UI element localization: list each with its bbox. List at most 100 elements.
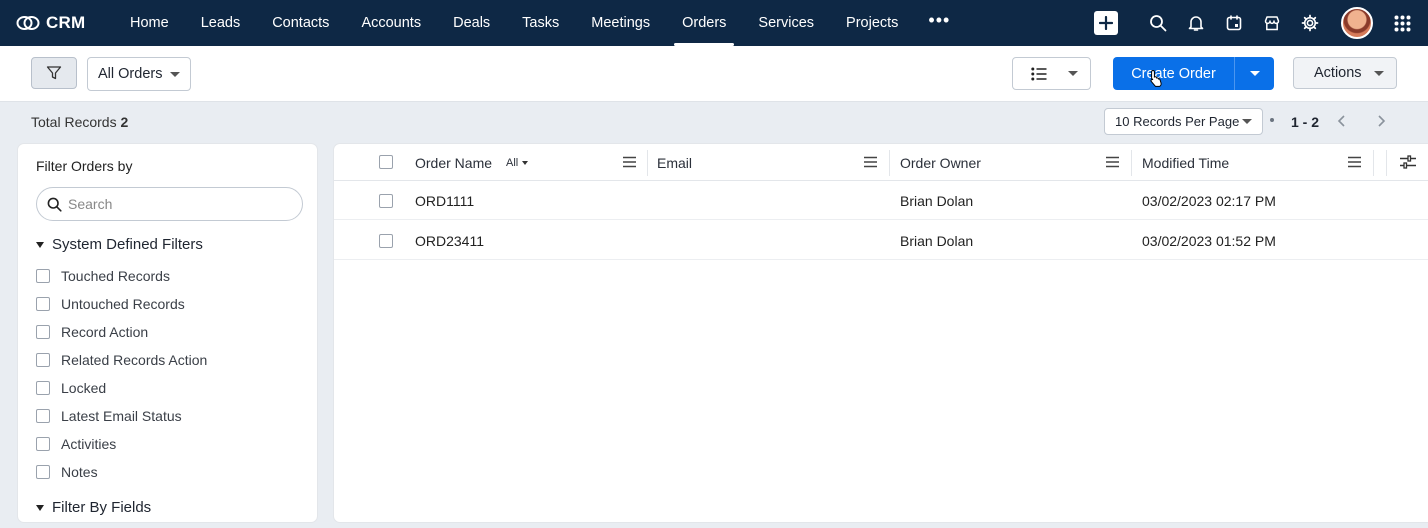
- column-divider: [1131, 150, 1132, 176]
- total-records: Total Records 2: [31, 114, 128, 130]
- checkbox[interactable]: [36, 381, 50, 395]
- row-checkbox[interactable]: [379, 194, 393, 208]
- column-label: Order Name: [415, 154, 493, 171]
- filter-related-records-action[interactable]: Related Records Action: [36, 346, 207, 374]
- marketplace-icon[interactable]: [1263, 14, 1281, 32]
- filter-record-action[interactable]: Record Action: [36, 318, 207, 346]
- column-header-email[interactable]: Email: [657, 144, 692, 181]
- cell-order-owner: Brian Dolan: [900, 192, 974, 209]
- checkbox[interactable]: [36, 353, 50, 367]
- row-checkbox[interactable]: [379, 234, 393, 248]
- nav-tab-meetings[interactable]: Meetings: [575, 0, 666, 46]
- caret-down-icon: [36, 504, 44, 511]
- table-row[interactable]: ORD1111 Brian Dolan 03/02/2023 02:17 PM: [334, 181, 1428, 220]
- nav-tab-services[interactable]: Services: [742, 0, 830, 46]
- checkbox[interactable]: [36, 409, 50, 423]
- filter-untouched-records[interactable]: Untouched Records: [36, 290, 207, 318]
- checkbox[interactable]: [36, 297, 50, 311]
- nav-tab-deals[interactable]: Deals: [437, 0, 506, 46]
- chevron-down-icon: [170, 71, 180, 77]
- crm-logo-icon: [16, 16, 40, 30]
- filter-sidebar: Filter Orders by System Defined Filters …: [17, 143, 318, 523]
- column-menu-icon[interactable]: [1106, 156, 1119, 168]
- next-page-button[interactable]: [1372, 112, 1390, 130]
- filter-touched-records[interactable]: Touched Records: [36, 262, 207, 290]
- nav-tab-projects[interactable]: Projects: [830, 0, 914, 46]
- filter-locked[interactable]: Locked: [36, 374, 207, 402]
- brand-name: CRM: [46, 13, 86, 32]
- table-header: Order Name All Email Order Owner Modifie…: [334, 144, 1428, 181]
- cell-modified-time: 03/02/2023 01:52 PM: [1142, 232, 1276, 249]
- list-toolbar: All Orders Create Order Actions: [0, 46, 1428, 102]
- checkbox[interactable]: [36, 465, 50, 479]
- top-navigation: CRM Home Leads Contacts Accounts Deals T…: [0, 0, 1428, 46]
- quick-create-button[interactable]: [1094, 11, 1118, 35]
- filter-activities[interactable]: Activities: [36, 430, 207, 458]
- column-label: Email: [657, 154, 693, 171]
- filter-latest-email-status[interactable]: Latest Email Status: [36, 402, 207, 430]
- filter-toggle-button[interactable]: [31, 57, 77, 89]
- column-header-order-name[interactable]: Order Name All: [415, 144, 529, 181]
- chevron-right-icon: [1378, 115, 1386, 127]
- chevron-down-icon: [1068, 71, 1078, 76]
- brand-logo[interactable]: CRM: [16, 13, 100, 33]
- create-options-dropdown[interactable]: [1234, 57, 1274, 90]
- user-avatar[interactable]: [1341, 7, 1373, 39]
- view-mode-dropdown[interactable]: [1012, 57, 1091, 90]
- system-filters-heading: System Defined Filters: [52, 236, 203, 253]
- search-icon: [47, 197, 62, 212]
- filter-search: [36, 187, 303, 221]
- order-name-filter-dropdown[interactable]: All: [506, 157, 529, 169]
- app-grid-icon[interactable]: [1394, 15, 1411, 32]
- filter-label: Related Records Action: [61, 352, 208, 368]
- custom-view-dropdown[interactable]: All Orders: [87, 57, 191, 91]
- chevron-down-icon: [1374, 70, 1384, 76]
- column-header-modified-time[interactable]: Modified Time: [1142, 144, 1229, 181]
- cell-order-name[interactable]: ORD23411: [415, 221, 484, 260]
- nav-tab-home[interactable]: Home: [114, 0, 185, 46]
- nav-tab-leads[interactable]: Leads: [185, 0, 257, 46]
- filter-label: Activities: [61, 436, 117, 452]
- cell-modified-time: 03/02/2023 02:17 PM: [1142, 192, 1276, 209]
- bell-icon[interactable]: [1187, 14, 1205, 32]
- create-order-button[interactable]: Create Order: [1113, 57, 1234, 90]
- filter-search-input[interactable]: [68, 196, 268, 212]
- more-tabs-icon[interactable]: •••: [914, 0, 964, 46]
- chevron-down-icon: [1242, 119, 1252, 124]
- cell-order-name[interactable]: ORD1111: [415, 181, 474, 220]
- nav-tab-orders[interactable]: Orders: [666, 0, 742, 46]
- nav-tab-contacts[interactable]: Contacts: [256, 0, 345, 46]
- column-settings-icon[interactable]: [1399, 154, 1417, 170]
- column-header-order-owner[interactable]: Order Owner: [900, 144, 981, 181]
- filter-notes[interactable]: Notes: [36, 458, 207, 486]
- records-per-page-dropdown[interactable]: 10 Records Per Page: [1104, 108, 1263, 135]
- calendar-icon[interactable]: [1225, 14, 1243, 32]
- column-menu-icon[interactable]: [623, 156, 636, 168]
- column-menu-icon[interactable]: [864, 156, 877, 168]
- actions-dropdown[interactable]: Actions: [1293, 57, 1397, 89]
- checkbox[interactable]: [36, 437, 50, 451]
- system-filter-list: Touched Records Untouched Records Record…: [36, 262, 207, 486]
- previous-page-button[interactable]: [1333, 112, 1351, 130]
- caret-down-icon: [36, 241, 44, 248]
- checkbox[interactable]: [36, 325, 50, 339]
- select-all-checkbox[interactable]: [379, 155, 393, 169]
- search-icon[interactable]: [1149, 14, 1167, 32]
- nav-tab-accounts[interactable]: Accounts: [345, 0, 437, 46]
- column-label: Order Owner: [900, 154, 981, 171]
- separator-dot: [1270, 118, 1274, 122]
- nav-tabs: Home Leads Contacts Accounts Deals Tasks…: [114, 0, 964, 46]
- filter-label: Untouched Records: [61, 296, 185, 312]
- filter-label: Touched Records: [61, 268, 170, 284]
- field-filters-toggle[interactable]: Filter By Fields: [36, 499, 151, 516]
- total-records-count: 2: [120, 114, 129, 130]
- chevron-down-icon: [1249, 71, 1260, 76]
- mouse-pointer-icon: [1150, 69, 1162, 87]
- column-menu-icon[interactable]: [1348, 156, 1361, 168]
- system-filters-toggle[interactable]: System Defined Filters: [36, 236, 203, 253]
- checkbox[interactable]: [36, 269, 50, 283]
- gear-icon[interactable]: [1301, 14, 1319, 32]
- column-divider: [1373, 150, 1374, 176]
- nav-tab-tasks[interactable]: Tasks: [506, 0, 575, 46]
- table-row[interactable]: ORD23411 Brian Dolan 03/02/2023 01:52 PM: [334, 221, 1428, 260]
